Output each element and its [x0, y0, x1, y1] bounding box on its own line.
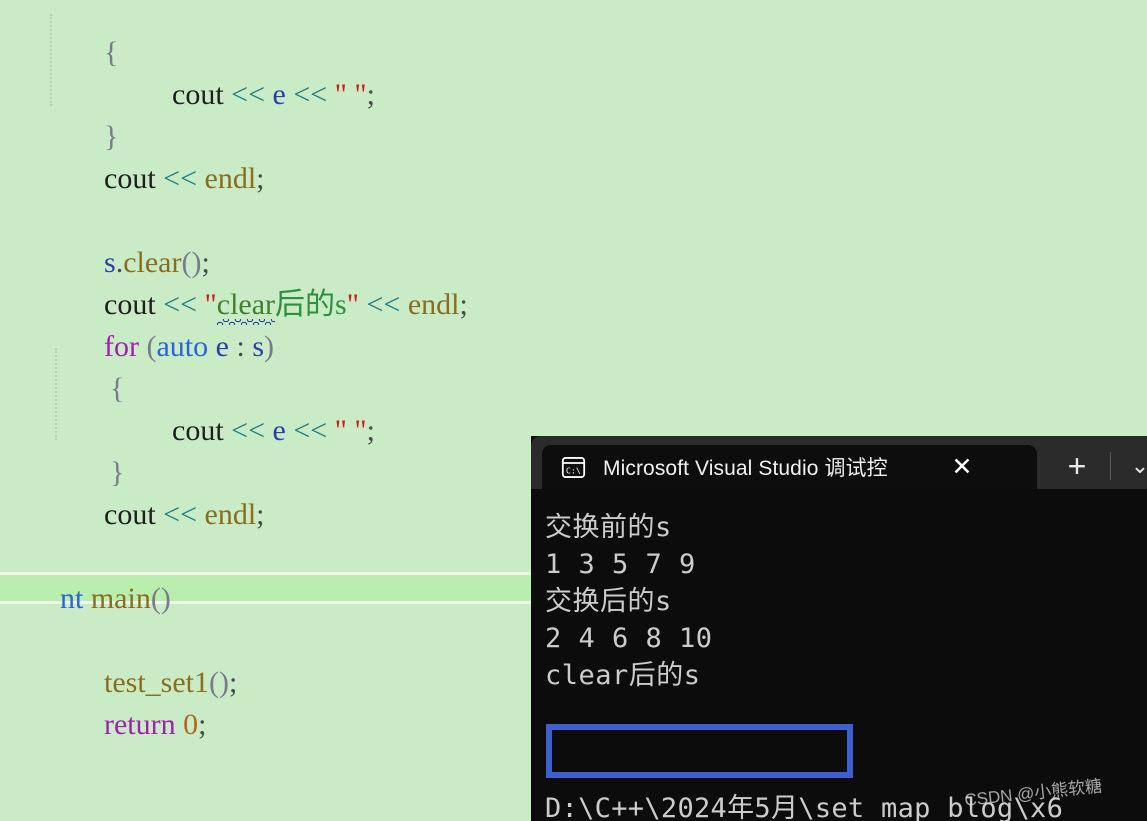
svg-text:C:\: C:\: [566, 465, 581, 475]
code-line[interactable]: cout << "clear后的s" << endl;: [0, 242, 1147, 325]
code-line[interactable]: cout << endl;: [0, 116, 1147, 195]
console-cmd-icon: C:\: [560, 454, 587, 481]
new-tab-button[interactable]: +: [1053, 444, 1101, 488]
code-line[interactable]: cout << e << " ";: [0, 32, 1147, 111]
chevron-down-icon[interactable]: ⌄: [1120, 446, 1147, 486]
code-line-blank[interactable]: [0, 158, 1147, 200]
code-line[interactable]: }: [0, 74, 1147, 153]
console-output-line: 1 3 5 7 9: [545, 549, 696, 580]
console-titlebar[interactable]: C:\ Microsoft Visual Studio 调试控 ✕ + ⌄: [531, 436, 1147, 489]
code-token-return: return: [104, 708, 176, 741]
console-tab-title: Microsoft Visual Studio 调试控: [603, 457, 888, 480]
code-line[interactable]: {: [0, 0, 1147, 69]
console-output-line: 交换前的s: [545, 512, 672, 543]
console-tab-active[interactable]: C:\ Microsoft Visual Studio 调试控 ✕: [542, 445, 1037, 489]
code-token-zero: 0: [183, 708, 199, 741]
titlebar-divider: [1110, 452, 1111, 480]
screenshot-root: { cout << e << " "; } cout << endl; s.cl…: [0, 0, 1147, 821]
code-line[interactable]: s.clear();: [0, 200, 1147, 279]
annotation-highlight-box: [546, 724, 853, 778]
console-output-line: clear后的s: [545, 660, 701, 691]
code-line[interactable]: cout << e << " ";: [0, 368, 1147, 447]
console-output-line: 2 4 6 8 10: [545, 623, 713, 654]
console-path-line: D:\C++\2024年5月\set_map_blog\x6: [545, 793, 1064, 821]
code-line[interactable]: {: [0, 326, 1147, 405]
close-icon[interactable]: ✕: [945, 450, 979, 484]
code-token-semicolon: ;: [198, 708, 207, 741]
code-line[interactable]: for (auto e : s): [0, 284, 1147, 363]
console-output-line: 交换后的s: [545, 586, 672, 617]
